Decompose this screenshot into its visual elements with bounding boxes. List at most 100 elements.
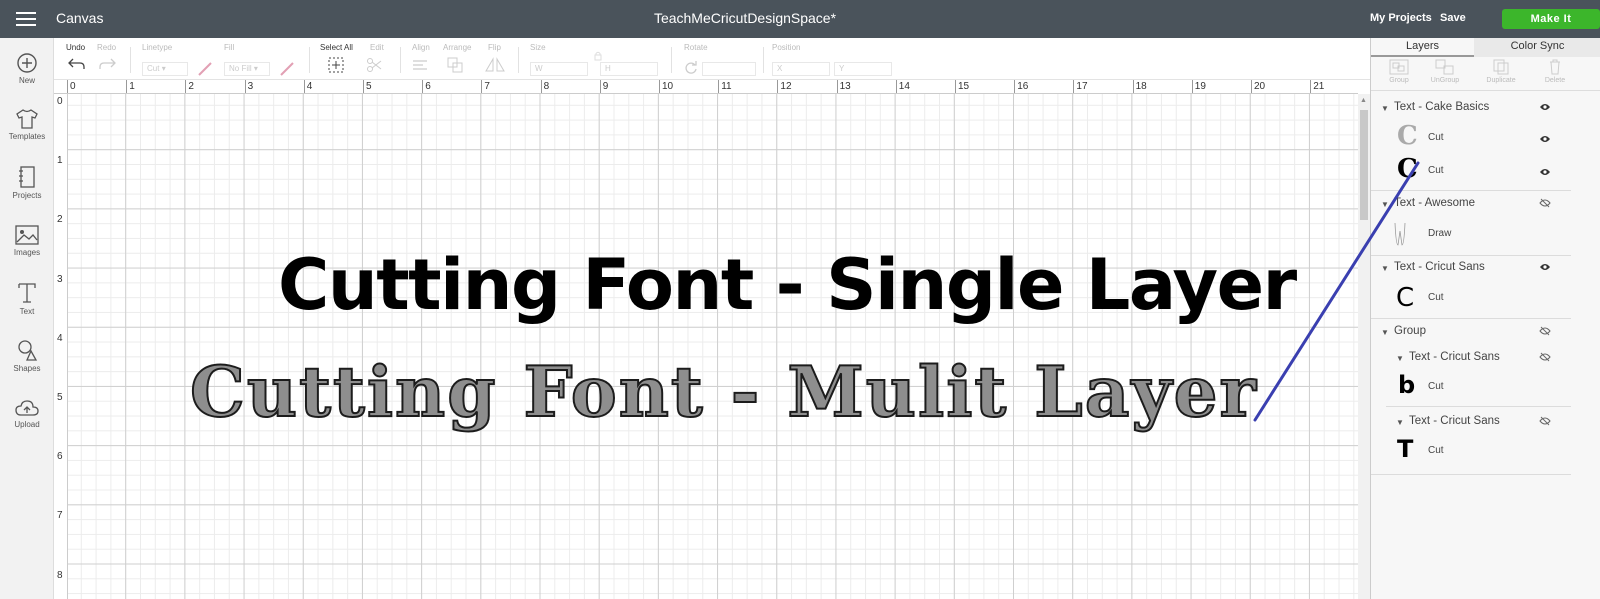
linetype-color-swatch[interactable] (198, 62, 212, 76)
eye-hidden-icon[interactable] (1539, 416, 1551, 426)
layer-operation[interactable]: Cut (1428, 381, 1444, 392)
sidebar-item-images[interactable]: Images (0, 224, 54, 257)
layer-subgroup-title[interactable]: Text - Cricut Sans (1409, 415, 1500, 427)
edit-toolbar: Undo Redo Linetype Cut ▾ Fill No Fill ▾ … (54, 38, 1370, 80)
ruler-tick-label: 6 (425, 81, 431, 92)
rotate-icon[interactable] (684, 61, 698, 75)
eye-icon[interactable] (1539, 102, 1551, 112)
collapse-caret-icon[interactable]: ▼ (1396, 418, 1404, 427)
collapse-caret-icon[interactable]: ▼ (1396, 354, 1404, 363)
position-x-input[interactable]: X (772, 62, 830, 76)
layer-group-title[interactable]: Text - Cake Basics (1394, 101, 1489, 113)
scrollbar-thumb[interactable] (1360, 110, 1368, 220)
linetype-select[interactable]: Cut ▾ (142, 62, 188, 76)
single-layer-text[interactable]: Cutting Font - Single Layer (278, 244, 1297, 326)
ruler-tick (1014, 80, 1016, 93)
ruler-tick (1191, 80, 1193, 93)
sidebar-label: Shapes (13, 364, 41, 373)
ruler-tick (1132, 80, 1134, 93)
my-projects-link[interactable]: My Projects (1370, 12, 1432, 24)
layer-operation[interactable]: Cut (1428, 165, 1444, 176)
eye-hidden-icon[interactable] (1539, 198, 1551, 208)
fill-label: Fill (224, 43, 235, 52)
group-icon (1389, 59, 1409, 75)
ruler-tick-label: 8 (543, 81, 550, 92)
ruler-tick (363, 80, 364, 93)
cloud-upload-icon (15, 400, 39, 416)
layer-subgroup-title[interactable]: Text - Cricut Sans (1409, 351, 1500, 363)
ruler-tick-label: 14 (898, 81, 910, 92)
document-title: TeachMeCricutDesignSpace* (653, 10, 837, 26)
ruler-tick-label: 7 (57, 510, 63, 522)
tab-color-sync[interactable]: Color Sync (1474, 38, 1600, 55)
layer-operation[interactable]: Draw (1428, 228, 1451, 239)
layer-operation[interactable]: Cut (1428, 445, 1444, 456)
size-width-input[interactable]: W (530, 62, 588, 76)
size-height-input[interactable]: H (600, 62, 658, 76)
linetype-label: Linetype (142, 43, 173, 52)
layer-group-title[interactable]: Group (1394, 325, 1426, 337)
eye-icon[interactable] (1539, 167, 1551, 177)
ungroup-button[interactable]: UnGroup (1417, 59, 1473, 84)
eye-icon[interactable] (1539, 134, 1551, 144)
ruler-tick (955, 80, 956, 93)
ruler-tick-label: 4 (57, 332, 63, 344)
design-canvas[interactable]: Cutting Font - Single Layer Cutting Font… (68, 94, 1358, 599)
ruler-tick-label: 2 (188, 81, 194, 92)
ruler-tick-label: 17 (1076, 81, 1088, 92)
sidebar-item-text[interactable]: Text (0, 281, 54, 316)
collapse-caret-icon[interactable]: ▼ (1381, 104, 1389, 113)
lock-icon[interactable] (594, 51, 602, 61)
redo-icon[interactable] (98, 57, 116, 71)
flip-label: Flip (488, 43, 501, 52)
select-all-icon[interactable] (328, 57, 344, 73)
fill-select[interactable]: No Fill ▾ (224, 62, 270, 76)
sidebar-item-projects[interactable]: Projects (0, 165, 54, 200)
flip-icon[interactable] (484, 57, 506, 73)
undo-icon[interactable] (68, 57, 86, 71)
ruler-tick-label: 0 (57, 96, 63, 107)
layer-operation[interactable]: Cut (1428, 292, 1444, 303)
eye-icon[interactable] (1539, 262, 1551, 272)
ruler-tick (303, 80, 305, 93)
eye-hidden-icon[interactable] (1539, 352, 1551, 362)
layer-group-title[interactable]: Text - Awesome (1394, 197, 1475, 209)
delete-button[interactable]: Delete (1527, 59, 1583, 84)
arrange-icon[interactable] (447, 57, 467, 73)
ruler-tick (895, 80, 897, 93)
layer-thumbnail: C (1397, 121, 1418, 151)
make-it-button[interactable]: Make It (1502, 9, 1600, 29)
duplicate-label: Duplicate (1486, 77, 1516, 84)
y-prefix: Y (839, 64, 845, 73)
sidebar-item-new[interactable]: New (0, 52, 54, 85)
collapse-caret-icon[interactable]: ▼ (1381, 328, 1389, 337)
horizontal-ruler: 0 1 2 3 4 5 6 7 8 9 10 11 12 13 14 15 16 17 18 19 20 21 (54, 80, 1358, 94)
duplicate-button[interactable]: Duplicate (1473, 59, 1529, 84)
rotate-input[interactable] (702, 62, 756, 76)
scissors-icon[interactable] (366, 57, 386, 73)
layer-thumbnail: C (1397, 154, 1418, 184)
ruler-tick (836, 80, 838, 93)
ruler-tick (540, 80, 542, 93)
sidebar-item-shapes[interactable]: Shapes (0, 338, 54, 373)
sidebar-label: Images (13, 248, 41, 257)
position-y-input[interactable]: Y (834, 62, 892, 76)
ruler-tick (1073, 80, 1075, 93)
collapse-caret-icon[interactable]: ▼ (1381, 200, 1389, 209)
collapse-caret-icon[interactable]: ▼ (1381, 264, 1389, 273)
layer-thumbnail-draw (1394, 222, 1406, 246)
tab-layers[interactable]: Layers (1371, 38, 1474, 57)
scroll-up-arrow-icon[interactable]: ▲ (1360, 97, 1367, 104)
canvas-scrollbar[interactable]: ▲ (1358, 94, 1370, 599)
fill-color-swatch[interactable] (280, 62, 294, 76)
align-icon[interactable] (412, 59, 432, 71)
multi-layer-text[interactable]: Cutting Font - Mulit Layer (189, 351, 1258, 434)
eye-hidden-icon[interactable] (1539, 326, 1551, 336)
layer-group-title[interactable]: Text - Cricut Sans (1394, 261, 1485, 273)
layer-operation[interactable]: Cut (1428, 132, 1444, 143)
plus-circle-icon (17, 53, 37, 73)
save-button[interactable]: Save (1440, 12, 1466, 24)
sidebar-item-upload[interactable]: Upload (0, 398, 54, 429)
ruler-tick (244, 80, 246, 93)
sidebar-item-templates[interactable]: Templates (0, 108, 54, 141)
